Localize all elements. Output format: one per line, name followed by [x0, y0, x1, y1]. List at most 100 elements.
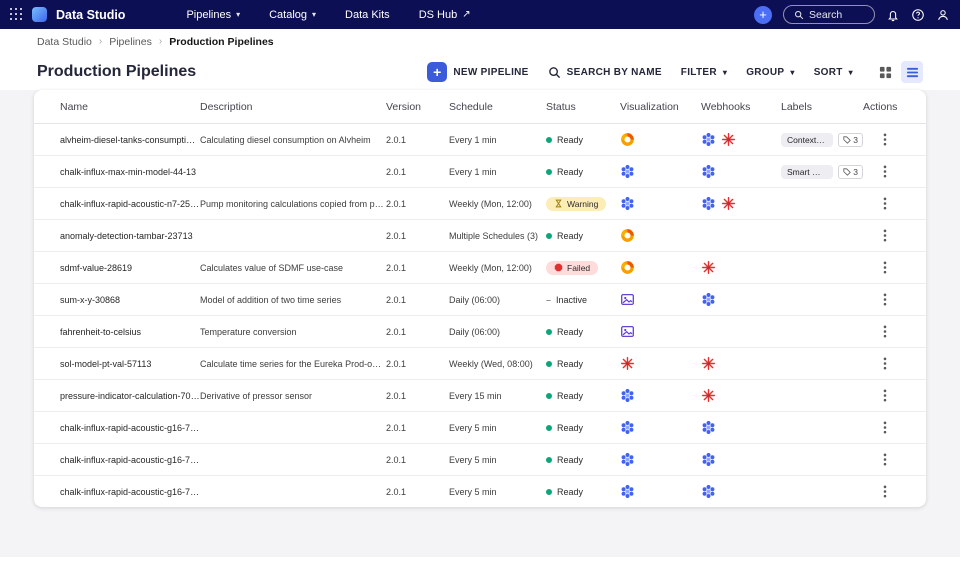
column-header-actions: Actions	[863, 101, 907, 113]
burst-red-icon[interactable]	[701, 388, 716, 403]
actions-cell	[863, 162, 907, 182]
pipeline-name[interactable]: sdmf-value-28619	[60, 263, 200, 273]
row-actions-button[interactable]	[875, 386, 895, 406]
labels-overflow-badge[interactable]: 3	[838, 165, 863, 179]
burst-red-icon[interactable]	[701, 260, 716, 275]
donut-orange-icon[interactable]	[620, 260, 635, 275]
inactive-dash-icon: –	[546, 295, 551, 305]
row-actions-button[interactable]	[875, 226, 895, 246]
row-actions-button[interactable]	[875, 354, 895, 374]
table-row[interactable]: sum-x-y-30868Model of addition of two ti…	[34, 284, 926, 316]
pipeline-name[interactable]: chalk-influx-rapid-acoustic-g16-79577	[60, 487, 200, 497]
table-row[interactable]: pressure-indicator-calculation-70967Deri…	[34, 380, 926, 412]
nav-item-pipelines[interactable]: Pipelines ▾	[176, 0, 250, 29]
nav-item-catalog[interactable]: Catalog ▾	[259, 0, 326, 29]
table-row[interactable]: chalk-influx-rapid-acoustic-g16-795772.0…	[34, 412, 926, 444]
external-link-icon: ↗	[462, 10, 470, 20]
pipeline-schedule: Daily (06:00)	[449, 295, 546, 305]
row-actions-button[interactable]	[875, 194, 895, 214]
row-actions-button[interactable]	[875, 162, 895, 182]
flower-blue-icon[interactable]	[701, 132, 716, 147]
new-pipeline-button[interactable]: + NEW PIPELINE	[427, 62, 528, 82]
table-row[interactable]: chalk-influx-max-min-model-44-132.0.1Eve…	[34, 156, 926, 188]
sort-button[interactable]: SORT ▾	[814, 67, 853, 78]
nav-item-ds-hub[interactable]: DS Hub ↗	[409, 0, 481, 29]
row-actions-button[interactable]	[875, 290, 895, 310]
column-header-version[interactable]: Version	[386, 101, 449, 113]
burst-red-icon[interactable]	[721, 132, 736, 147]
table-row[interactable]: sol-model-pt-val-57113Calculate time ser…	[34, 348, 926, 380]
group-button[interactable]: GROUP ▾	[746, 67, 795, 78]
image-purple-icon[interactable]	[620, 292, 635, 307]
burst-red-icon[interactable]	[620, 356, 635, 371]
column-header-name[interactable]: Name	[60, 101, 200, 113]
pipeline-description: Temperature conversion	[200, 327, 386, 337]
image-purple-icon[interactable]	[620, 324, 635, 339]
column-header-visualization[interactable]: Visualization	[620, 101, 701, 113]
flower-blue-icon[interactable]	[620, 164, 635, 179]
flower-blue-icon[interactable]	[620, 484, 635, 499]
flower-blue-icon[interactable]	[701, 420, 716, 435]
help-icon[interactable]	[911, 8, 925, 22]
flower-blue-icon[interactable]	[701, 484, 716, 499]
pipeline-name[interactable]: sol-model-pt-val-57113	[60, 359, 200, 369]
pipeline-name[interactable]: chalk-influx-rapid-acoustic-n7-25943	[60, 199, 200, 209]
pipeline-name[interactable]: sum-x-y-30868	[60, 295, 200, 305]
app-menu-icon[interactable]	[10, 8, 23, 21]
donut-orange-icon[interactable]	[620, 228, 635, 243]
grid-view-button[interactable]	[874, 61, 896, 83]
breadcrumb-pipelines[interactable]: Pipelines	[109, 36, 152, 48]
column-header-schedule[interactable]: Schedule	[449, 101, 546, 113]
column-header-webhooks[interactable]: Webhooks	[701, 101, 781, 113]
row-actions-button[interactable]	[875, 450, 895, 470]
status-label: Ready	[557, 359, 583, 369]
global-search-input[interactable]: Search	[783, 5, 875, 24]
pipeline-name[interactable]: fahrenheit-to-celsius	[60, 327, 200, 337]
table-row[interactable]: alvheim-diesel-tanks-consumption-v0...Ca…	[34, 124, 926, 156]
flower-blue-icon[interactable]	[620, 420, 635, 435]
list-view-button[interactable]	[901, 61, 923, 83]
pipeline-name[interactable]: anomaly-detection-tambar-23713	[60, 231, 200, 241]
pipeline-name[interactable]: chalk-influx-rapid-acoustic-g16-79577	[60, 423, 200, 433]
pipeline-name[interactable]: chalk-influx-rapid-acoustic-g16-79577	[60, 455, 200, 465]
flower-blue-icon[interactable]	[620, 388, 635, 403]
pipeline-name[interactable]: chalk-influx-max-min-model-44-13	[60, 167, 200, 177]
nav-item-data-kits[interactable]: Data Kits	[335, 0, 400, 29]
table-row[interactable]: chalk-influx-rapid-acoustic-g16-795772.0…	[34, 444, 926, 476]
flower-blue-icon[interactable]	[620, 452, 635, 467]
search-by-name-button[interactable]: SEARCH BY NAME	[548, 66, 662, 79]
quick-create-button[interactable]: +	[754, 6, 772, 24]
column-header-labels[interactable]: Labels	[781, 101, 863, 113]
notifications-bell-icon[interactable]	[886, 8, 900, 22]
burst-red-icon[interactable]	[721, 196, 736, 211]
visualization-cell	[620, 324, 701, 339]
table-row[interactable]: chalk-influx-rapid-acoustic-g16-795772.0…	[34, 476, 926, 507]
table-row[interactable]: chalk-influx-rapid-acoustic-n7-25943Pump…	[34, 188, 926, 220]
table-row[interactable]: anomaly-detection-tambar-237132.0.1Multi…	[34, 220, 926, 252]
row-actions-button[interactable]	[875, 418, 895, 438]
table-row[interactable]: sdmf-value-28619Calculates value of SDMF…	[34, 252, 926, 284]
flower-blue-icon[interactable]	[620, 196, 635, 211]
flower-blue-icon[interactable]	[701, 452, 716, 467]
row-actions-button[interactable]	[875, 322, 895, 342]
user-profile-icon[interactable]	[936, 8, 950, 22]
flower-blue-icon[interactable]	[701, 292, 716, 307]
flower-blue-icon[interactable]	[701, 164, 716, 179]
pipeline-name[interactable]: alvheim-diesel-tanks-consumption-v0...	[60, 135, 200, 145]
burst-red-icon[interactable]	[701, 356, 716, 371]
column-header-status[interactable]: Status	[546, 101, 620, 113]
pipeline-description: Calculates value of SDMF use-case	[200, 263, 386, 273]
flower-blue-icon[interactable]	[701, 196, 716, 211]
breadcrumb-data-studio[interactable]: Data Studio	[37, 36, 92, 48]
labels-overflow-badge[interactable]: 3	[838, 133, 863, 147]
pipeline-name[interactable]: pressure-indicator-calculation-70967	[60, 391, 200, 401]
table-row[interactable]: fahrenheit-to-celsiusTemperature convers…	[34, 316, 926, 348]
donut-orange-icon[interactable]	[620, 132, 635, 147]
row-actions-button[interactable]	[875, 258, 895, 278]
status-ready: Ready	[546, 359, 620, 369]
row-actions-button[interactable]	[875, 130, 895, 150]
column-header-description[interactable]: Description	[200, 101, 386, 113]
filter-button[interactable]: FILTER ▾	[681, 67, 727, 78]
status-ready: Ready	[546, 231, 620, 241]
row-actions-button[interactable]	[875, 482, 895, 502]
